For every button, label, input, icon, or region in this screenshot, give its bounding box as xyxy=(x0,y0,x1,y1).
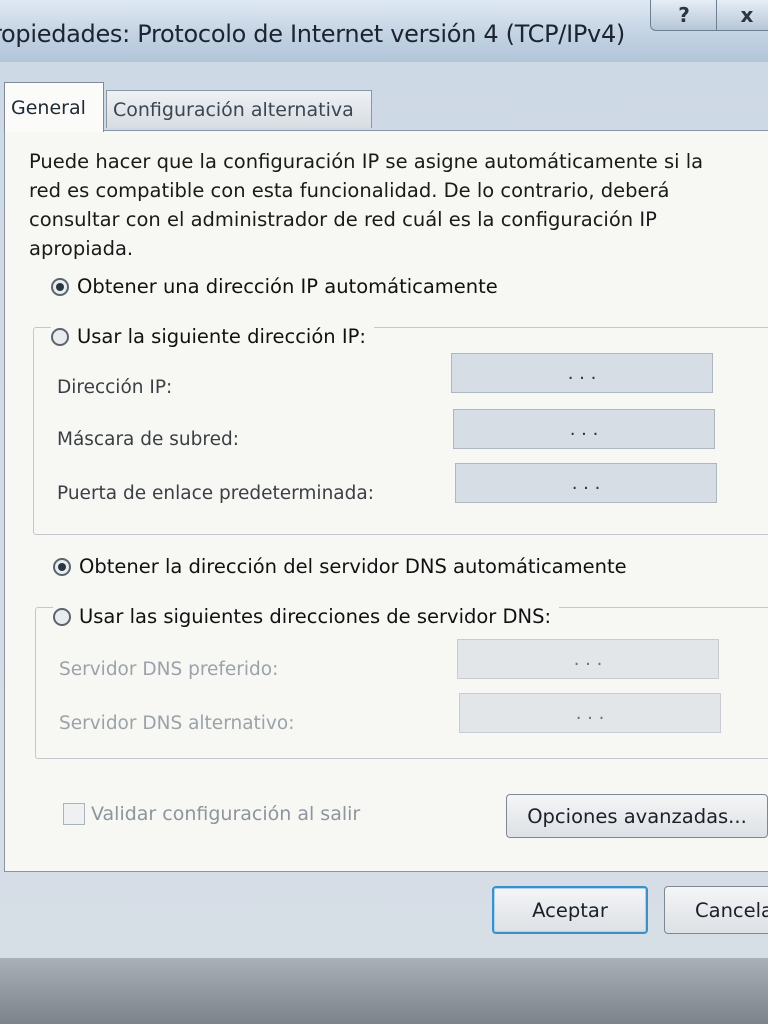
title-bar[interactable]: ropiedades: Protocolo de Internet versió… xyxy=(0,0,768,62)
advanced-options-button[interactable]: Opciones avanzadas... xyxy=(506,794,768,838)
validate-on-exit-option[interactable]: Validar configuración al salir xyxy=(63,803,360,825)
ip-address-label: Dirección IP: xyxy=(57,377,173,398)
dns-manual-option[interactable]: Usar las siguientes direcciones de servi… xyxy=(53,605,560,628)
preferred-dns-input[interactable]: . . . xyxy=(457,639,719,679)
help-button[interactable]: ? xyxy=(650,0,718,31)
ip-auto-radio[interactable] xyxy=(51,277,69,296)
tab-general[interactable]: General xyxy=(4,82,104,132)
alternate-dns-input[interactable]: . . . xyxy=(459,693,721,733)
ip-address-input[interactable]: . . . xyxy=(451,353,713,393)
alternate-dns-label: Servidor DNS alternativo: xyxy=(59,713,295,734)
ok-button[interactable]: Aceptar xyxy=(492,886,648,934)
dns-manual-label: Usar las siguientes direcciones de servi… xyxy=(79,605,552,628)
general-tab-panel: Puede hacer que la configuración IP se a… xyxy=(4,130,768,872)
dns-auto-option[interactable]: Obtener la dirección del servidor DNS au… xyxy=(53,555,635,578)
tcpip-properties-dialog: ropiedades: Protocolo de Internet versió… xyxy=(0,0,768,1024)
dns-manual-radio[interactable] xyxy=(53,607,71,626)
cancel-button[interactable]: Cancela xyxy=(664,886,768,934)
dns-auto-label: Obtener la dirección del servidor DNS au… xyxy=(79,555,627,578)
window-bottom-edge xyxy=(0,958,768,1024)
dns-server-group xyxy=(35,607,768,759)
default-gateway-input[interactable]: . . . xyxy=(455,463,717,503)
help-icon: ? xyxy=(678,3,690,27)
ip-manual-option[interactable]: Usar la siguiente dirección IP: xyxy=(51,325,374,348)
window-title: ropiedades: Protocolo de Internet versió… xyxy=(0,20,625,48)
dns-auto-radio[interactable] xyxy=(53,557,71,576)
subnet-mask-input[interactable]: . . . xyxy=(453,409,715,449)
validate-on-exit-label: Validar configuración al salir xyxy=(91,803,361,825)
close-button[interactable]: x xyxy=(716,0,768,31)
preferred-dns-label: Servidor DNS preferido: xyxy=(59,659,279,680)
close-icon: x xyxy=(740,3,754,27)
ip-manual-label: Usar la siguiente dirección IP: xyxy=(77,325,366,348)
validate-on-exit-checkbox[interactable] xyxy=(63,803,85,825)
tab-alternate-configuration[interactable]: Configuración alternativa xyxy=(106,90,372,128)
tab-strip: General Configuración alternativa xyxy=(0,82,768,132)
subnet-mask-label: Máscara de subred: xyxy=(57,429,239,450)
ip-auto-label: Obtener una dirección IP automáticamente xyxy=(77,275,498,298)
intro-text: Puede hacer que la configuración IP se a… xyxy=(29,150,704,260)
ip-manual-radio[interactable] xyxy=(51,327,69,346)
default-gateway-label: Puerta de enlace predeterminada: xyxy=(57,483,374,504)
ip-auto-option[interactable]: Obtener una dirección IP automáticamente xyxy=(51,275,506,298)
